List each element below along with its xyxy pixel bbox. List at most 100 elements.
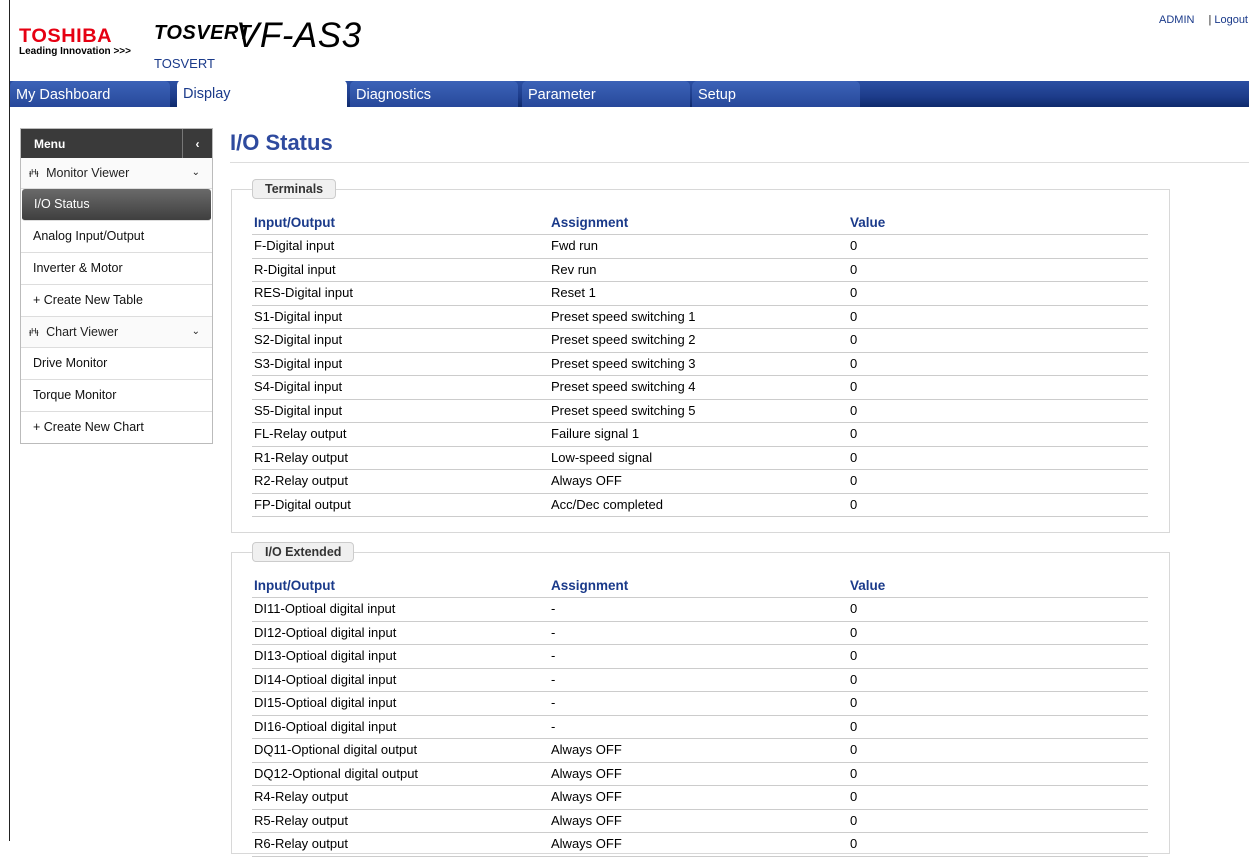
sidebar-item-io-status[interactable]: I/O Status <box>22 189 211 221</box>
io-name-cell: F-Digital input <box>254 238 335 253</box>
group-monitor-viewer[interactable]: ᵻᴴᵻ Monitor Viewer ⌄ <box>21 158 212 189</box>
io-extended-table: Input/Output Assignment Value DI11-Optio… <box>252 575 1148 857</box>
table-row: FP-Digital output Acc/Dec completed 0 <box>252 494 1148 517</box>
sidebar-item-create-chart[interactable]: + Create New Chart <box>21 412 212 443</box>
assignment-cell: - <box>551 648 556 663</box>
table-row: DI14-Optioal digital input - 0 <box>252 669 1148 692</box>
title-divider <box>230 162 1249 163</box>
value-cell: 0 <box>850 789 858 804</box>
user-name-link[interactable]: ADMIN <box>1159 14 1194 26</box>
io-name-cell: R2-Relay output <box>254 473 348 488</box>
value-cell: 0 <box>850 332 858 347</box>
assignment-cell: Low-speed signal <box>551 449 653 465</box>
product-subtitle: TOSVERT <box>154 56 215 71</box>
io-name-cell: R6-Relay output <box>254 836 348 851</box>
value-cell: 0 <box>850 671 858 687</box>
group-label: Monitor Viewer <box>46 166 130 180</box>
table-row: RES-Digital input Reset 1 0 <box>252 282 1148 306</box>
io-name-cell: FL-Relay output <box>254 426 347 441</box>
tab-display[interactable]: Display <box>177 80 347 107</box>
group-chart-viewer[interactable]: ᵻᴴᵻ Chart Viewer ⌄ <box>21 317 212 348</box>
tab-diagnostics[interactable]: Diagnostics <box>350 81 518 107</box>
sidebar-item-torque-monitor[interactable]: Torque Monitor <box>21 380 212 412</box>
assignment-cell: Preset speed switching 5 <box>551 402 696 418</box>
tab-parameter[interactable]: Parameter <box>522 81 690 107</box>
menu-header: Menu ‹ <box>21 129 212 158</box>
waveform-icon: ᵻᴴᵻ <box>29 327 39 339</box>
toshiba-logo: TOSHIBA <box>19 26 113 47</box>
assignment-cell: Always OFF <box>551 473 622 488</box>
io-name-cell: S1-Digital input <box>254 308 343 324</box>
sidebar-item-inverter-motor[interactable]: Inverter & Motor <box>21 253 212 285</box>
table-row: DI12-Optioal digital input - 0 <box>252 622 1148 645</box>
value-cell: 0 <box>850 742 858 757</box>
assignment-cell: Always OFF <box>551 836 622 851</box>
table-row: R1-Relay output Low-speed signal 0 <box>252 447 1148 470</box>
table-row: FL-Relay output Failure signal 1 0 <box>252 423 1148 447</box>
assignment-cell: - <box>551 695 556 710</box>
header-value: Value <box>850 215 886 230</box>
terminals-legend: Terminals <box>252 179 337 199</box>
assignment-cell: Rev run <box>551 261 597 277</box>
io-name-cell: DQ12-Optional digital output <box>254 765 419 781</box>
value-cell: 0 <box>850 449 858 465</box>
table-row: DI11-Optioal digital input - 0 <box>252 598 1148 622</box>
table-row: DI16-Optioal digital input - 0 <box>252 716 1148 739</box>
value-cell: 0 <box>850 648 858 663</box>
value-cell: 0 <box>850 601 858 616</box>
io-name-cell: R5-Relay output <box>254 812 348 828</box>
sidebar-item-create-table[interactable]: + Create New Table <box>21 285 212 317</box>
assignment-cell: - <box>551 601 556 616</box>
waveform-icon: ᵻᴴᵻ <box>29 168 39 180</box>
logout-link[interactable]: Logout <box>1214 14 1248 26</box>
io-name-cell: S2-Digital input <box>254 332 343 347</box>
io-name-cell: R1-Relay output <box>254 449 348 465</box>
assignment-cell: Preset speed switching 1 <box>551 308 696 324</box>
header-input-output: Input/Output <box>254 578 335 593</box>
assignment-cell: Always OFF <box>551 765 622 781</box>
assignment-cell: - <box>551 718 556 734</box>
table-row: R2-Relay output Always OFF 0 <box>252 470 1148 494</box>
table-row: S3-Digital input Preset speed switching 3… <box>252 353 1148 376</box>
value-cell: 0 <box>850 836 858 851</box>
chevron-down-icon: ⌄ <box>191 326 200 337</box>
sidebar-item-drive-monitor[interactable]: Drive Monitor <box>21 348 212 380</box>
assignment-cell: Preset speed switching 2 <box>551 332 696 347</box>
io-name-cell: FP-Digital output <box>254 496 351 512</box>
value-cell: 0 <box>850 765 858 781</box>
header-assignment: Assignment <box>551 578 629 593</box>
io-name-cell: S5-Digital input <box>254 402 343 418</box>
main-nav: My Dashboard Display Diagnostics Paramet… <box>10 80 1249 107</box>
product-model: VF-AS3 <box>236 16 362 55</box>
sidebar-item-analog-io[interactable]: Analog Input/Output <box>21 221 212 253</box>
table-row: S4-Digital input Preset speed switching 4… <box>252 376 1148 400</box>
table-row: DI13-Optioal digital input - 0 <box>252 645 1148 669</box>
link-separator: | <box>1208 14 1212 26</box>
io-extended-legend: I/O Extended <box>252 542 355 562</box>
header-assignment: Assignment <box>551 215 629 230</box>
table-row: DQ11-Optional digital output Always OFF 0 <box>252 739 1148 763</box>
io-name-cell: DI14-Optioal digital input <box>254 671 397 687</box>
value-cell: 0 <box>850 426 858 441</box>
assignment-cell: Preset speed switching 3 <box>551 355 696 371</box>
assignment-cell: - <box>551 624 556 640</box>
assignment-cell: Fwd run <box>551 238 598 253</box>
value-cell: 0 <box>850 308 858 324</box>
value-cell: 0 <box>850 695 858 710</box>
tab-my-dashboard[interactable]: My Dashboard <box>10 81 170 107</box>
terminals-panel: Terminals Input/Output Assignment Value … <box>231 179 1170 533</box>
io-extended-panel: I/O Extended Input/Output Assignment Val… <box>231 542 1170 857</box>
table-row: R-Digital input Rev run 0 <box>252 259 1148 282</box>
value-cell: 0 <box>850 238 858 253</box>
collapse-menu-icon[interactable]: ‹ <box>182 129 212 158</box>
assignment-cell: Always OFF <box>551 789 622 804</box>
table-row: DQ12-Optional digital output Always OFF 0 <box>252 763 1148 786</box>
assignment-cell: Reset 1 <box>551 285 596 300</box>
assignment-cell: Preset speed switching 4 <box>551 379 696 394</box>
table-header: Input/Output Assignment Value <box>252 212 1148 235</box>
value-cell: 0 <box>850 812 858 828</box>
tab-setup[interactable]: Setup <box>692 81 860 107</box>
table-row: S5-Digital input Preset speed switching 5… <box>252 400 1148 423</box>
terminals-table: Input/Output Assignment Value F-Digital … <box>252 212 1148 517</box>
user-links: ADMIN | Logout <box>1159 14 1248 26</box>
